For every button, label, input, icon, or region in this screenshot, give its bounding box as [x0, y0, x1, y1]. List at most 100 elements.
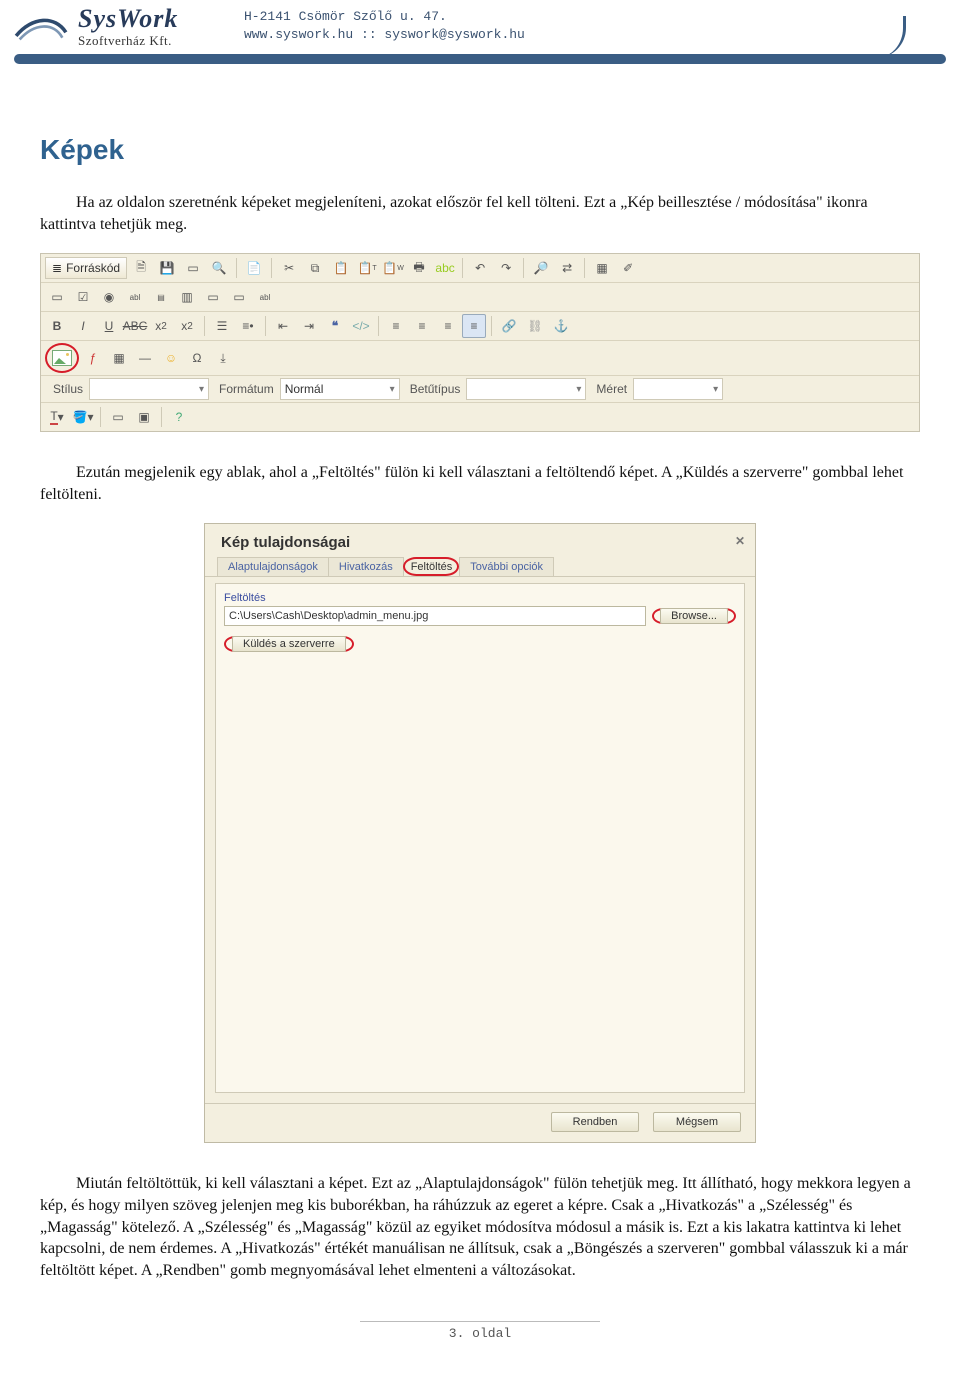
spellcheck-icon[interactable]: abc	[433, 256, 457, 280]
italic-icon[interactable]: I	[71, 314, 95, 338]
new-page-icon[interactable]: 🗎	[129, 256, 153, 280]
textfield-icon[interactable]: abl	[123, 285, 147, 309]
align-justify-icon[interactable]: ≡	[462, 314, 486, 338]
save-icon[interactable]: 💾	[155, 256, 179, 280]
upload-path-input[interactable]: C:\Users\Cash\Desktop\admin_menu.jpg	[224, 606, 646, 626]
ul-icon[interactable]: ≡•	[236, 314, 260, 338]
format-value: Normál	[285, 382, 324, 396]
tab-upload[interactable]: Feltöltés	[411, 558, 453, 576]
upload-path-value: C:\Users\Cash\Desktop\admin_menu.jpg	[229, 610, 428, 622]
format-label: Formátum	[211, 382, 278, 396]
format-select[interactable]: Normál▾	[280, 378, 400, 400]
paste-text-icon[interactable]: 📋T	[355, 256, 379, 280]
bold-icon[interactable]: B	[45, 314, 69, 338]
ol-icon[interactable]: ☰	[210, 314, 234, 338]
paragraph-1: Ha az oldalon szeretnénk képeket megjele…	[40, 192, 920, 235]
undo-icon[interactable]: ↶	[468, 256, 492, 280]
redo-icon[interactable]: ↷	[494, 256, 518, 280]
font-select[interactable]: ▾	[466, 378, 586, 400]
showblocks-icon[interactable]: ▣	[132, 405, 156, 429]
paragraph-3: Miután feltöltöttük, ki kell választani …	[40, 1173, 920, 1281]
paste-word-icon[interactable]: 📋W	[381, 256, 405, 280]
insert-image-highlight	[45, 343, 79, 373]
browse-button[interactable]: Browse...	[660, 608, 728, 624]
addr-line-2: www.syswork.hu :: syswork@syswork.hu	[244, 26, 525, 44]
about-icon[interactable]: ?	[167, 405, 191, 429]
imagebutton-icon[interactable]: ▭	[227, 285, 251, 309]
style-select[interactable]: ▾	[89, 378, 209, 400]
maximize-icon[interactable]: ▭	[106, 405, 130, 429]
header-address: H-2141 Csömör Szőlő u. 47. www.syswork.h…	[244, 6, 525, 44]
tab-link[interactable]: Hivatkozás	[328, 557, 404, 576]
paste-icon[interactable]: 📋	[329, 256, 353, 280]
outdent-icon[interactable]: ⇤	[271, 314, 295, 338]
cut-icon[interactable]: ✂	[277, 256, 301, 280]
send-to-server-button[interactable]: Küldés a szerverre	[232, 636, 346, 652]
dialog-title: Kép tulajdonságai	[221, 534, 350, 551]
paragraph-2: Ezután megjelenik egy ablak, ahol a „Fel…	[40, 462, 920, 505]
close-icon[interactable]: ✕	[735, 534, 745, 551]
underline-icon[interactable]: U	[97, 314, 121, 338]
textcolor-icon[interactable]: T▾	[45, 405, 69, 429]
hr-icon[interactable]: —	[133, 346, 157, 370]
newdoc-icon[interactable]: ▭	[181, 256, 205, 280]
smiley-icon[interactable]: ☺	[159, 346, 183, 370]
checkbox-icon[interactable]: ☑	[71, 285, 95, 309]
tab-advanced[interactable]: További opciók	[459, 557, 554, 576]
copy-icon[interactable]: ⧉	[303, 256, 327, 280]
anchor-icon[interactable]: ⚓	[549, 314, 573, 338]
font-label: Betűtípus	[402, 382, 465, 396]
link-icon[interactable]: 🔗	[497, 314, 521, 338]
template-icon[interactable]: 📄	[242, 256, 266, 280]
indent-icon[interactable]: ⇥	[297, 314, 321, 338]
tab-basic[interactable]: Alaptulajdonságok	[217, 557, 329, 576]
document-header: SysWork Szoftverház Kft. H-2141 Csömör S…	[0, 0, 960, 50]
toolbar-row-4: ƒ ▦ — ☺ Ω ⤓	[41, 341, 919, 376]
pagebreak-icon[interactable]: ⤓	[211, 346, 235, 370]
align-center-icon[interactable]: ≡	[410, 314, 434, 338]
chevron-down-icon: ▾	[713, 384, 718, 395]
logo-title: SysWork	[78, 6, 178, 32]
chevron-down-icon: ▾	[576, 384, 581, 395]
browse-highlight: Browse...	[652, 608, 736, 624]
find-icon[interactable]: 🔎	[529, 256, 553, 280]
select-icon[interactable]: ▥	[175, 285, 199, 309]
blockquote-icon[interactable]: ❝	[323, 314, 347, 338]
align-left-icon[interactable]: ≡	[384, 314, 408, 338]
send-highlight: Küldés a szerverre	[224, 636, 354, 652]
preview-icon[interactable]: 🔍	[207, 256, 231, 280]
superscript-icon[interactable]: x2	[175, 314, 199, 338]
replace-icon[interactable]: ⇄	[555, 256, 579, 280]
source-button-label: Forráskód	[66, 261, 120, 275]
align-right-icon[interactable]: ≡	[436, 314, 460, 338]
size-select[interactable]: ▾	[633, 378, 723, 400]
div-icon[interactable]: </>	[349, 314, 373, 338]
dialog-tabs: Alaptulajdonságok Hivatkozás Feltöltés T…	[205, 557, 755, 577]
specialchar-icon[interactable]: Ω	[185, 346, 209, 370]
source-button[interactable]: ≣ Forráskód	[45, 257, 127, 279]
bgcolor-icon[interactable]: 🪣▾	[71, 405, 95, 429]
style-label: Stílus	[45, 382, 87, 396]
cancel-button[interactable]: Mégsem	[653, 1112, 741, 1132]
toolbar-row-5: Stílus ▾ Formátum Normál▾ Betűtípus ▾ Mé…	[41, 376, 919, 403]
form-icon[interactable]: ▭	[45, 285, 69, 309]
removeformat-icon[interactable]: ✐	[616, 256, 640, 280]
radio-icon[interactable]: ◉	[97, 285, 121, 309]
source-icon: ≣	[52, 261, 62, 275]
hidden-icon[interactable]: abl	[253, 285, 277, 309]
insert-image-button[interactable]	[50, 346, 74, 370]
print-icon[interactable]: 🖶	[407, 256, 431, 280]
logo-subtitle: Szoftverház Kft.	[78, 34, 178, 47]
dialog-body: Feltöltés C:\Users\Cash\Desktop\admin_me…	[215, 583, 745, 1093]
selectall-icon[interactable]: ▦	[590, 256, 614, 280]
textarea-icon[interactable]: ▤	[149, 285, 173, 309]
strike-icon[interactable]: ABC	[123, 314, 147, 338]
subscript-icon[interactable]: x2	[149, 314, 173, 338]
ok-button[interactable]: Rendben	[551, 1112, 639, 1132]
unlink-icon[interactable]: ⛓	[523, 314, 547, 338]
table-icon[interactable]: ▦	[107, 346, 131, 370]
flash-icon[interactable]: ƒ	[81, 346, 105, 370]
button-icon[interactable]: ▭	[201, 285, 225, 309]
upload-field-label: Feltöltés	[224, 592, 736, 604]
toolbar-row-1: ≣ Forráskód 🗎 💾 ▭ 🔍 📄 ✂ ⧉ 📋 📋T 📋W 🖶 abc …	[41, 254, 919, 283]
